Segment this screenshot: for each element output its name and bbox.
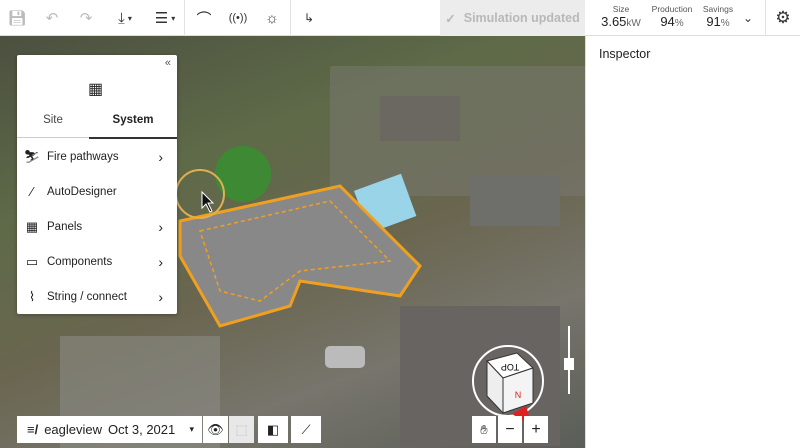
mouse-cursor-icon: [201, 190, 215, 213]
divider: [290, 0, 291, 36]
grid-icon: ▦: [88, 81, 104, 98]
tab-site[interactable]: Site: [17, 114, 89, 126]
check-icon: ✓: [445, 11, 456, 26]
component-icon: ▭: [25, 253, 39, 269]
tab-system[interactable]: System: [89, 114, 177, 139]
menu-item-fire-pathways[interactable]: ⛷ Fire pathways ›: [17, 139, 177, 174]
map-viewport[interactable]: TOP N « ▦ Site System ⛷ Fire pathways › ⁄ A…: [0, 36, 585, 448]
menu-item-string-connect[interactable]: ⌇ String / connect ›: [17, 279, 177, 314]
frame-icon[interactable]: ⬚: [229, 416, 254, 443]
divider: [765, 0, 766, 36]
stat-production: Production 94%: [651, 4, 693, 29]
layers-button[interactable]: ☰ ▾: [150, 6, 180, 30]
panels-icon: ▦: [25, 218, 39, 234]
pan-hand-icon[interactable]: ✋︎: [472, 416, 496, 443]
eagleview-logo-icon: ≡/: [27, 422, 39, 437]
collapse-panel-icon[interactable]: «: [165, 57, 171, 69]
gear-icon[interactable]: ⚙: [772, 6, 794, 30]
arc-icon[interactable]: ⌒: [193, 6, 215, 30]
stat-savings: Savings 91%: [702, 4, 734, 29]
inspector-title: Inspector: [599, 47, 651, 61]
svg-text:TOP: TOP: [501, 362, 519, 372]
string-icon: ⌇: [28, 288, 36, 304]
chevron-right-icon: ›: [158, 218, 163, 235]
car: [325, 346, 365, 368]
expand-stats-chevron-icon[interactable]: ⌄: [738, 6, 758, 30]
undo-icon[interactable]: ↶: [40, 6, 64, 30]
stat-size: Size 3.65kW: [601, 4, 641, 29]
zoom-out-button[interactable]: −: [498, 416, 522, 443]
top-toolbar: 💾︎ ↶ ↷ ⤓ ▾ ☰ ▾ ⌒ ((•)) ☼ ↳ ✓ Simulation upd…: [0, 0, 800, 36]
zoom-in-button[interactable]: +: [524, 416, 548, 443]
shadow-icon[interactable]: ◧: [258, 416, 288, 443]
download-button[interactable]: ⤓ ▾: [110, 6, 140, 30]
magic-wand-icon: ⁄: [30, 184, 34, 199]
menu-item-autodesigner[interactable]: ⁄ AutoDesigner: [17, 174, 177, 209]
svg-text:N: N: [515, 390, 522, 400]
neighbor-roof: [380, 96, 460, 141]
ruler-icon[interactable]: ⟋: [291, 416, 321, 443]
signal-icon[interactable]: ((•)): [225, 6, 251, 30]
save-icon[interactable]: 💾︎: [5, 6, 29, 30]
imagery-selector[interactable]: ≡/ eagleview Oct 3, 2021 ▾: [17, 416, 202, 443]
neighbor-roof: [470, 176, 560, 226]
divider: [184, 0, 185, 36]
sun-icon[interactable]: ☼: [261, 6, 283, 30]
chevron-down-icon: ▾: [189, 424, 194, 434]
eye-icon[interactable]: 👁︎: [203, 416, 228, 443]
menu-item-components[interactable]: ▭ Components ›: [17, 244, 177, 279]
menu-item-panels[interactable]: ▦ Panels ›: [17, 209, 177, 244]
chevron-right-icon: ›: [158, 148, 163, 165]
inspector-panel: Inspector: [585, 36, 800, 448]
chevron-right-icon: ›: [158, 288, 163, 305]
redo-icon[interactable]: ↷: [74, 6, 98, 30]
cursor-highlight: [175, 169, 225, 219]
chevron-right-icon: ›: [158, 253, 163, 270]
tilt-slider[interactable]: [564, 326, 574, 394]
system-panel: « ▦ Site System ⛷ Fire pathways › ⁄ AutoDes…: [17, 55, 177, 314]
simulation-status: ✓ Simulation updated: [440, 0, 585, 36]
fire-pathway-icon: ⛷: [23, 148, 41, 164]
panel-tabs: Site System: [17, 112, 177, 139]
string-icon[interactable]: ↳: [298, 6, 320, 30]
